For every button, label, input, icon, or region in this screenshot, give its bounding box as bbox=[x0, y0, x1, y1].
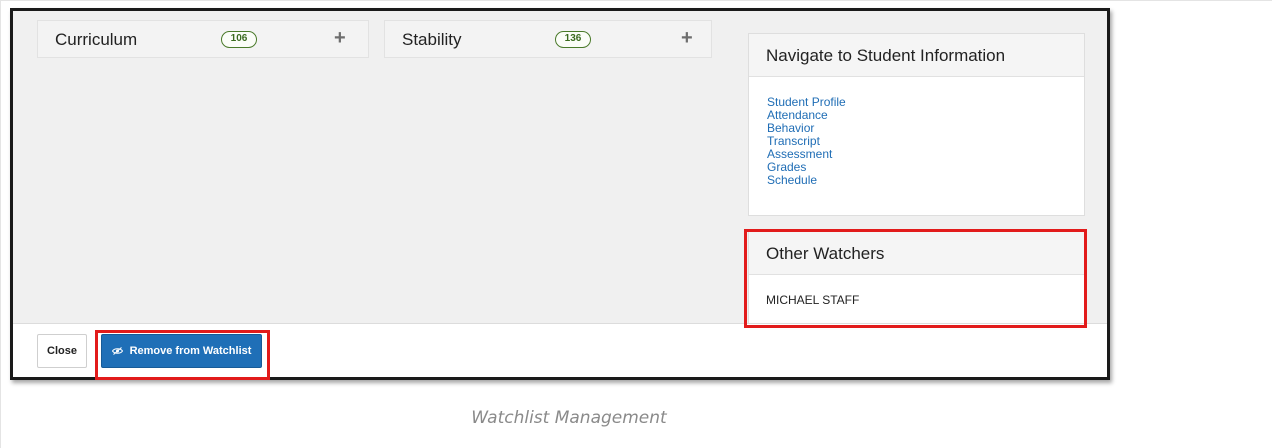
plus-icon[interactable]: + bbox=[681, 27, 693, 49]
other-watchers-panel: Other Watchers MICHAEL STAFF bbox=[748, 231, 1085, 326]
count-badge: 106 bbox=[221, 31, 257, 48]
link-attendance[interactable]: Attendance bbox=[767, 109, 1084, 122]
close-button[interactable]: Close bbox=[37, 334, 87, 368]
figure-caption: Watchlist Management bbox=[471, 408, 667, 428]
category-card-stability[interactable]: Stability 136 + bbox=[384, 20, 712, 58]
watchlist-dialog: Curriculum 106 + Stability 136 + Navigat… bbox=[10, 8, 1110, 380]
eye-slash-icon bbox=[111, 347, 123, 355]
category-title: Stability bbox=[402, 30, 462, 49]
link-schedule[interactable]: Schedule bbox=[767, 174, 1084, 187]
remove-button-label: Remove from Watchlist bbox=[129, 345, 252, 357]
panel-title: Navigate to Student Information bbox=[749, 34, 1084, 77]
link-assessment[interactable]: Assessment bbox=[767, 148, 1084, 161]
category-card-curriculum[interactable]: Curriculum 106 + bbox=[37, 20, 369, 58]
navigate-panel: Navigate to Student Information Student … bbox=[748, 33, 1085, 216]
watcher-name: MICHAEL STAFF bbox=[766, 293, 860, 307]
category-title: Curriculum bbox=[55, 30, 138, 49]
dialog-footer: Close Remove from Watchlist bbox=[13, 323, 1107, 377]
nav-link-list: Student Profile Attendance Behavior Tran… bbox=[749, 77, 1084, 187]
remove-from-watchlist-button[interactable]: Remove from Watchlist bbox=[101, 334, 262, 368]
panel-title: Other Watchers bbox=[749, 232, 1084, 275]
count-badge: 136 bbox=[555, 31, 591, 48]
plus-icon[interactable]: + bbox=[334, 27, 346, 49]
